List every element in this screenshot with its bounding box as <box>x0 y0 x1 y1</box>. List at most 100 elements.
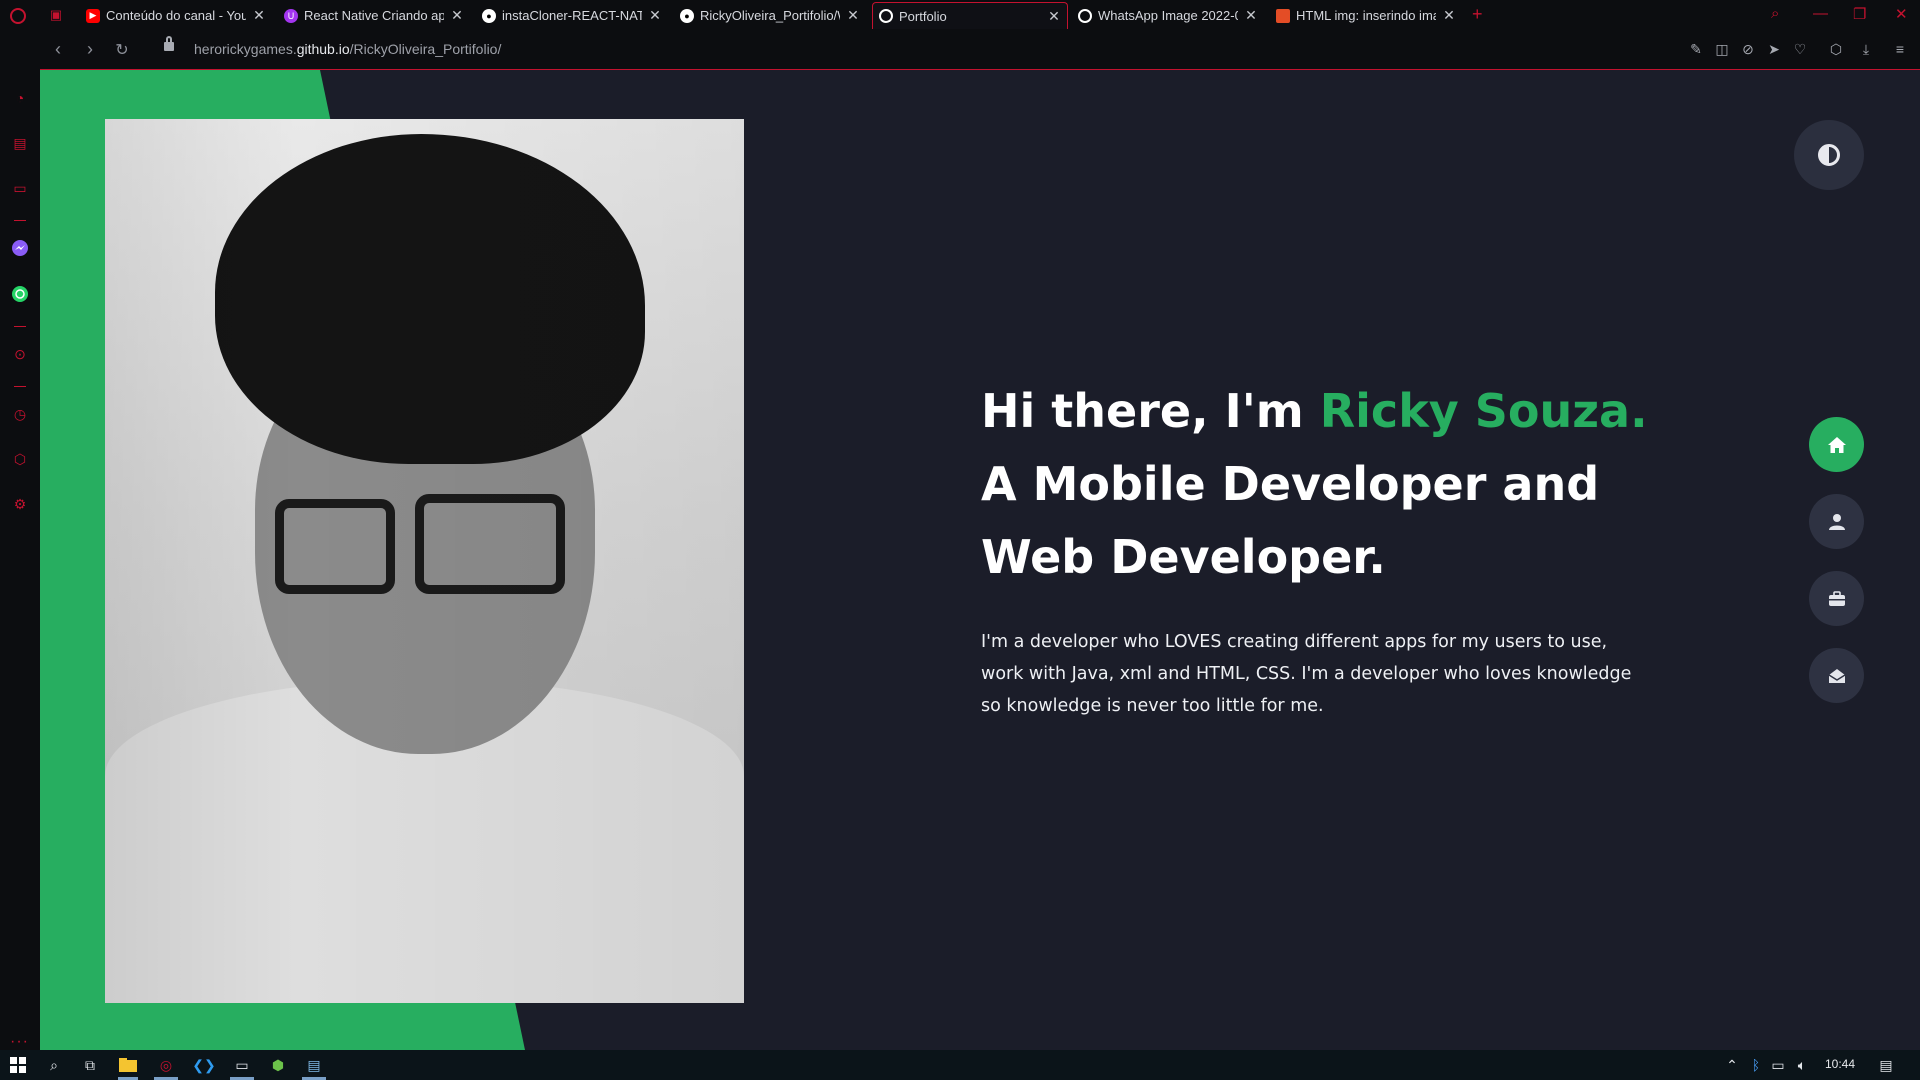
url-path: /RickyOliveira_Portifolio/ <box>349 41 502 57</box>
send-icon[interactable]: ➤ <box>1766 41 1782 57</box>
speed-dial-icon[interactable]: ◔ <box>10 88 30 108</box>
tab-portfolio[interactable]: Portfolio ✕ <box>872 2 1068 29</box>
tab-title: RickyOliveira_Portifolio/Wh <box>700 8 840 23</box>
extensions-cube-icon[interactable]: ⬡ <box>1828 41 1844 57</box>
headline-role-line1: A Mobile Developer and <box>981 457 1600 511</box>
profile-photo <box>105 119 744 1003</box>
briefcase-icon <box>1828 590 1845 606</box>
camera-icon[interactable]: ◫ <box>1714 41 1730 57</box>
close-icon[interactable]: ✕ <box>648 7 662 24</box>
contrast-icon <box>1818 144 1840 166</box>
minimize-icon[interactable]: — <box>1813 5 1828 22</box>
url-field[interactable]: herorickygames.github.io/RickyOliveira_P… <box>194 41 501 57</box>
user-icon <box>1828 513 1845 530</box>
search-tabs-icon[interactable]: ⌕ <box>1771 5 1779 22</box>
cube-icon[interactable]: ⬡ <box>10 449 30 469</box>
task-view-icon[interactable]: ⧉ <box>80 1055 100 1075</box>
hero-section: Hi there, I'm Ricky Souza. A Mobile Deve… <box>981 375 1701 740</box>
windows-taskbar: ⌕ ⧉ ◎ ❮❯ ▭ ⬢ ▤ ⌃ ᛒ ▭ 🔈︎ 10:44 ▤ <box>0 1050 1920 1080</box>
browser-sidebar: ◔ ▤ ▭ ⊙ ◷ ⬡ ⚙ ··· <box>0 31 40 1050</box>
headline-role-line2: Web Developer. <box>981 530 1386 584</box>
headline-greeting: Hi there, I'm <box>981 384 1320 438</box>
sidebar-divider <box>14 220 26 221</box>
close-icon[interactable]: ✕ <box>252 7 266 24</box>
taskbar-clock[interactable]: 10:44 <box>1825 1057 1855 1071</box>
shopping-bag-icon[interactable]: ▤ <box>10 133 30 153</box>
nav-contact-button[interactable] <box>1809 648 1864 703</box>
url-prefix: herorickygames. <box>194 41 297 57</box>
opera-gx-taskbar-icon[interactable]: ◎ <box>156 1055 176 1075</box>
tab-title: React Native Criando aplica <box>304 8 444 23</box>
notepad-icon[interactable]: ▤ <box>304 1055 324 1075</box>
nav-portfolio-button[interactable] <box>1809 571 1864 626</box>
android-studio-icon[interactable]: ⬢ <box>268 1055 288 1075</box>
sidebar-divider <box>14 326 26 327</box>
nav-home-button[interactable] <box>1809 417 1864 472</box>
tab-whatsapp-image[interactable]: WhatsApp Image 2022-08- ✕ <box>1072 2 1264 29</box>
url-domain: github.io <box>296 41 350 57</box>
tab-html-img[interactable]: HTML img: inserindo image ✕ <box>1270 2 1462 29</box>
settings-gear-icon[interactable]: ⚙ <box>10 494 30 514</box>
notifications-icon[interactable]: ▤ <box>1876 1055 1896 1075</box>
heart-icon[interactable]: ♡ <box>1792 41 1808 57</box>
close-icon[interactable]: ✕ <box>1442 7 1456 24</box>
history-clock-icon[interactable]: ◷ <box>10 404 30 424</box>
address-bar: ‹ › ↻ herorickygames.github.io/RickyOliv… <box>40 31 1920 70</box>
github-icon: ● <box>680 8 694 23</box>
close-icon[interactable]: ✕ <box>450 7 464 24</box>
github-icon: ● <box>482 8 496 23</box>
home-icon <box>1827 436 1846 453</box>
gx-control-icon[interactable]: ▣ <box>48 8 64 22</box>
new-tab-icon[interactable]: + <box>1472 4 1483 25</box>
theme-toggle-button[interactable] <box>1794 120 1864 190</box>
tab-youtube[interactable]: ▶ Conteúdo do canal - YouTu ✕ <box>80 2 272 29</box>
tab-title: WhatsApp Image 2022-08- <box>1098 8 1238 23</box>
edit-icon[interactable]: ✎ <box>1688 41 1704 57</box>
hero-bio: I'm a developer who LOVES creating diffe… <box>981 632 1632 716</box>
vscode-icon[interactable]: ❮❯ <box>192 1055 215 1075</box>
bluetooth-icon[interactable]: ᛒ <box>1746 1055 1766 1075</box>
lock-icon[interactable] <box>164 36 174 51</box>
tab-title: instaCloner-REACT-NATIVE <box>502 8 642 23</box>
youtube-icon: ▶ <box>86 8 100 23</box>
back-icon[interactable]: ‹ <box>48 39 68 60</box>
tray-expand-icon[interactable]: ⌃ <box>1722 1055 1742 1075</box>
browser-tab-strip: ▣ ▶ Conteúdo do canal - YouTu ✕ U React … <box>0 0 1920 32</box>
portfolio-page: Hi there, I'm Ricky Souza. A Mobile Deve… <box>40 70 1920 1050</box>
tab-github-portfolio-repo[interactable]: ● RickyOliveira_Portifolio/Wh ✕ <box>674 2 866 29</box>
file-explorer-icon[interactable] <box>118 1055 138 1075</box>
sidebar-divider <box>14 386 26 387</box>
envelope-open-icon <box>1828 668 1845 683</box>
twitch-icon[interactable]: ▭ <box>10 178 30 198</box>
download-icon[interactable]: ⤓ <box>1858 41 1874 57</box>
more-dots-icon[interactable]: ··· <box>10 1033 29 1051</box>
network-icon[interactable]: ▭ <box>1768 1055 1788 1075</box>
close-window-icon[interactable]: ✕ <box>1895 5 1908 23</box>
player-icon[interactable]: ⊙ <box>10 344 30 364</box>
tab-title: Portfolio <box>899 8 947 24</box>
search-icon[interactable]: ⌕ <box>44 1055 64 1075</box>
reload-icon[interactable]: ↻ <box>112 40 132 60</box>
globe-icon <box>879 9 893 23</box>
photo-shading <box>105 119 744 1003</box>
restore-icon[interactable]: ❐ <box>1853 5 1866 23</box>
forward-icon[interactable]: › <box>80 39 100 60</box>
volume-icon[interactable]: 🔈︎ <box>1792 1055 1812 1075</box>
opera-logo-icon[interactable] <box>10 8 26 24</box>
terminal-icon[interactable]: ▭ <box>232 1055 252 1075</box>
headline-name: Ricky Souza. <box>1319 384 1648 438</box>
close-icon[interactable]: ✕ <box>1244 7 1258 24</box>
close-icon[interactable]: ✕ <box>1047 8 1061 25</box>
tab-udemy[interactable]: U React Native Criando aplica ✕ <box>278 2 470 29</box>
adblock-icon[interactable]: ⊘ <box>1740 41 1756 57</box>
close-icon[interactable]: ✕ <box>846 7 860 24</box>
nav-about-button[interactable] <box>1809 494 1864 549</box>
whatsapp-icon[interactable] <box>10 284 30 304</box>
messenger-icon[interactable] <box>10 238 30 258</box>
tab-title: HTML img: inserindo image <box>1296 8 1436 23</box>
html-icon <box>1276 8 1290 23</box>
hero-headline: Hi there, I'm Ricky Souza. A Mobile Deve… <box>981 375 1701 594</box>
windows-start-icon[interactable] <box>8 1055 28 1075</box>
menu-icon[interactable]: ≡ <box>1892 41 1908 57</box>
tab-github-instacloner[interactable]: ● instaCloner-REACT-NATIVE ✕ <box>476 2 668 29</box>
